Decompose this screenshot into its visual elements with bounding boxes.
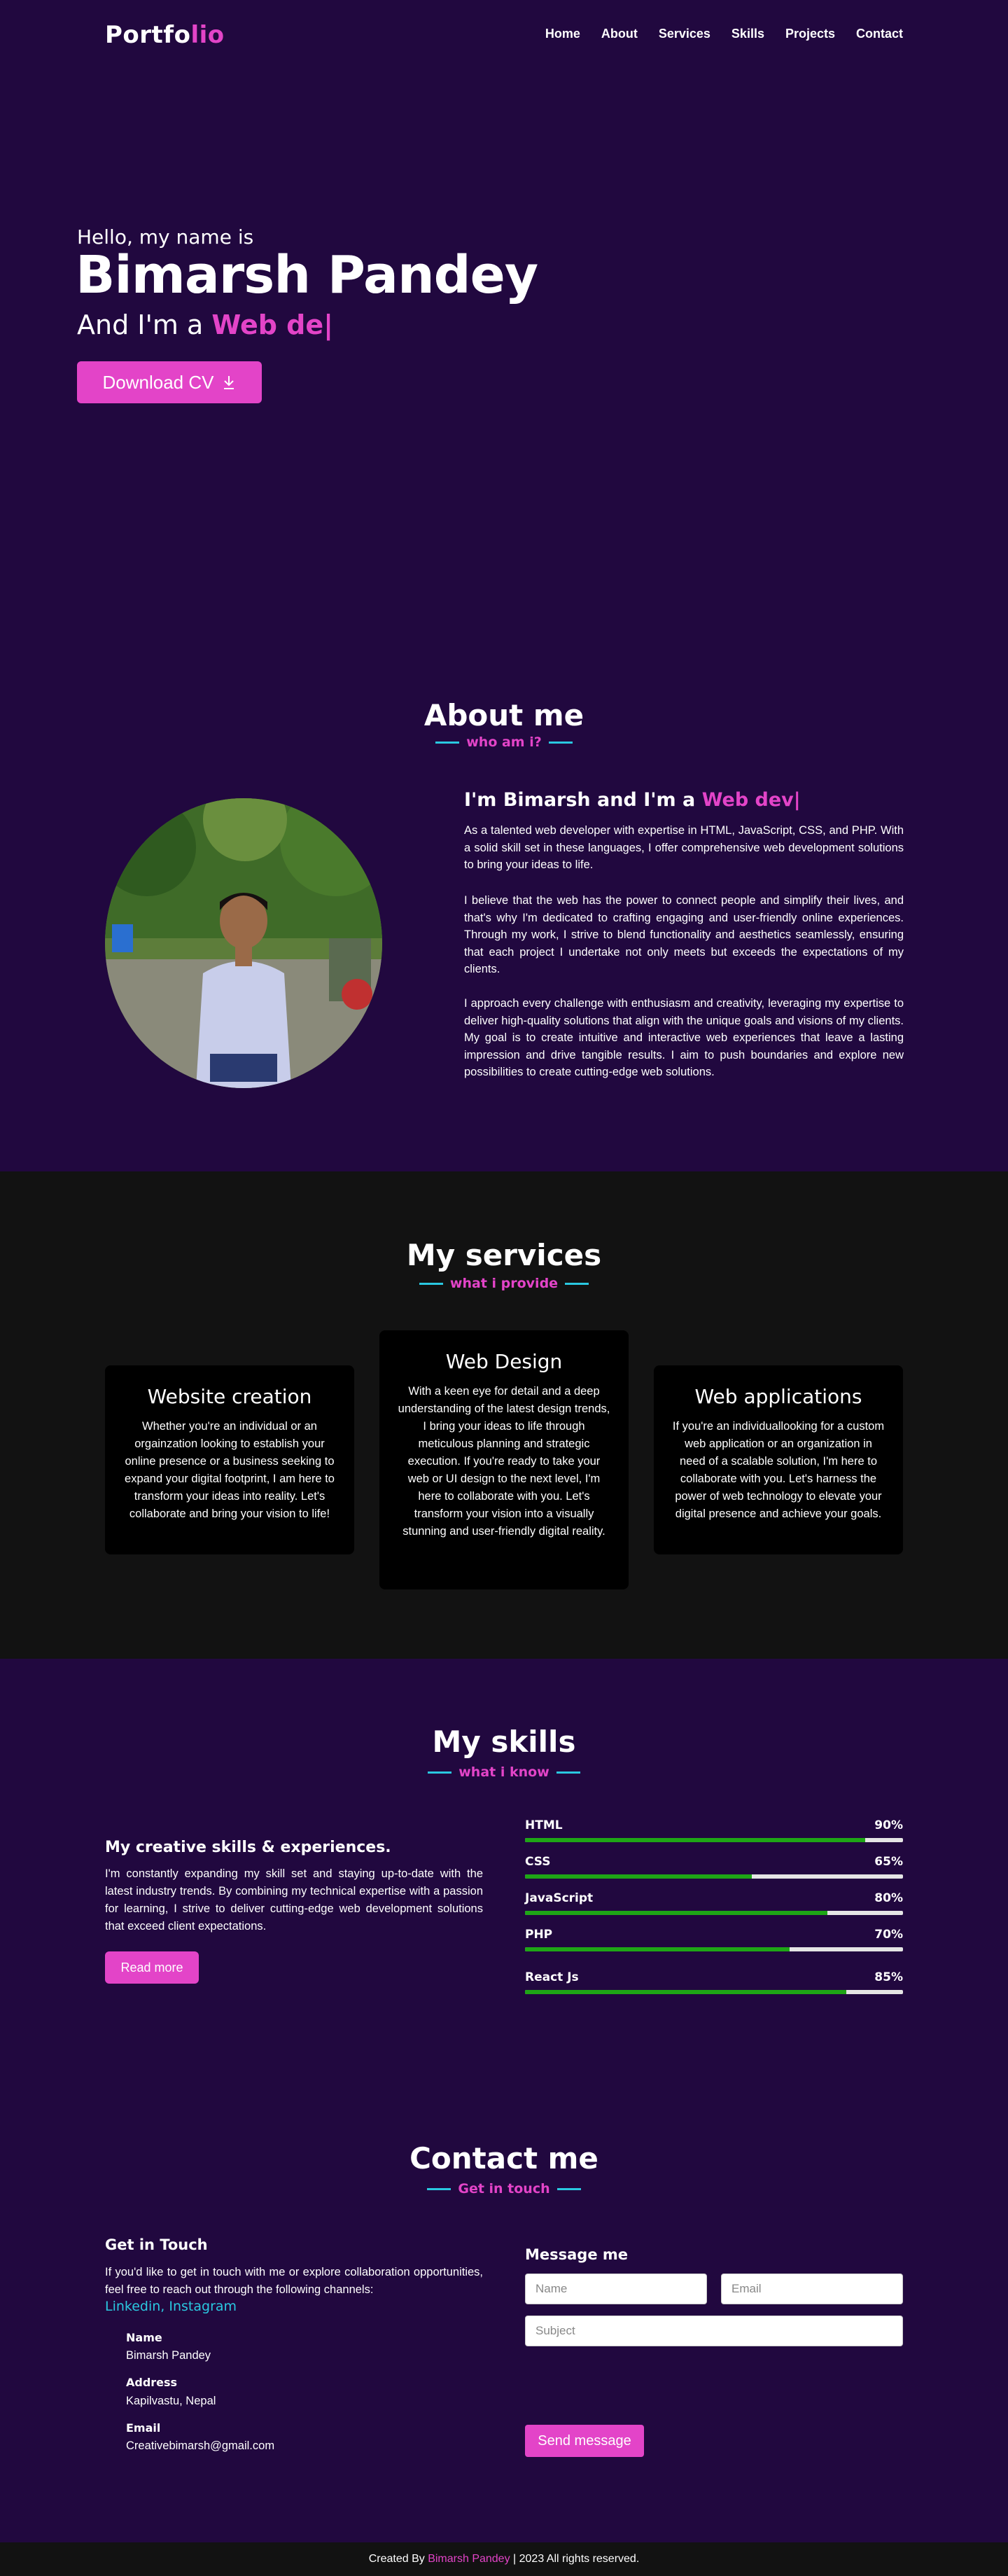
- skill-name: React Js: [525, 1970, 579, 1984]
- skills-subtitle: what i know: [0, 1764, 1008, 1780]
- skill-css: CSS 65%: [525, 1855, 903, 1879]
- subject-input[interactable]: [525, 2316, 903, 2346]
- contact-email-label: Email: [126, 2421, 161, 2435]
- subtitle-line-right: [548, 741, 573, 744]
- service-card-web-applications[interactable]: Web applications If you're an individual…: [654, 1365, 903, 1554]
- hero-role-typed: Web de|: [211, 309, 334, 340]
- nav-link-projects[interactable]: Projects: [785, 27, 835, 41]
- about-heading-prefix: I'm Bimarsh and I'm a: [464, 789, 702, 811]
- subtitle-line-left: [419, 1282, 443, 1285]
- footer: Created By Bimarsh Pandey | 2023 All rig…: [0, 2542, 1008, 2576]
- service-card-text: Whether you're an individual or an orgai…: [125, 1420, 335, 1520]
- subtitle-line-left: [435, 741, 460, 744]
- get-in-touch-heading: Get in Touch: [105, 2236, 208, 2253]
- footer-suffix: | 2023 All rights reserved.: [510, 2553, 640, 2565]
- about-subtitle: who am i?: [0, 734, 1008, 750]
- subtitle-line-right: [556, 1771, 580, 1774]
- skill-progress-fill: [525, 1874, 752, 1879]
- contact-name-label: Name: [126, 2331, 162, 2344]
- download-cv-label: Download CV: [102, 371, 214, 393]
- name-input[interactable]: [525, 2274, 707, 2304]
- about-heading: I'm Bimarsh and I'm a Web dev|: [464, 789, 801, 811]
- social-links[interactable]: Linkedin, Instagram: [105, 2299, 237, 2314]
- skill-progress-bar: [525, 1874, 903, 1879]
- skill-progress-fill: [525, 1911, 827, 1915]
- services-subtitle: what i provide: [0, 1276, 1008, 1291]
- nav-link-skills[interactable]: Skills: [732, 27, 764, 41]
- contact-subtitle: Get in touch: [0, 2181, 1008, 2196]
- skills-subtitle-text: what i know: [458, 1764, 550, 1780]
- main-nav: Home About Services Skills Projects Cont…: [545, 27, 903, 41]
- contact-email-value: Creativebimarsh@gmail.com: [126, 2439, 275, 2452]
- service-card-website-creation[interactable]: Website creation Whether you're an indiv…: [105, 1365, 354, 1554]
- service-card-web-design[interactable]: Web Design With a keen eye for detail an…: [379, 1330, 629, 1589]
- nav-link-contact[interactable]: Contact: [856, 27, 903, 41]
- skill-progress-bar: [525, 1990, 903, 1994]
- skills-text: I'm constantly expanding my skill set an…: [105, 1867, 483, 1933]
- contact-subtitle-text: Get in touch: [458, 2181, 550, 2196]
- email-input[interactable]: [721, 2274, 903, 2304]
- site-logo[interactable]: Portfolio: [105, 21, 225, 49]
- contact-text: If you'd like to get in touch with me or…: [105, 2266, 483, 2296]
- hero-role-prefix: And I'm a: [77, 309, 212, 340]
- skill-progress-fill: [525, 1947, 790, 1951]
- service-card-title: Web Design: [445, 1350, 563, 1373]
- skill-percent: 70%: [874, 1928, 903, 1942]
- skill-javascript: JavaScript 80%: [525, 1891, 903, 1915]
- nav-link-services[interactable]: Services: [659, 27, 710, 41]
- contact-title: Contact me: [410, 2141, 598, 2175]
- about-paragraph-3: I approach every challenge with enthusia…: [464, 997, 904, 1078]
- service-card-text: With a keen eye for detail and a deep un…: [398, 1385, 610, 1538]
- skill-name: PHP: [525, 1928, 553, 1942]
- message-me-heading: Message me: [525, 2246, 629, 2263]
- service-card-text: If you're an individuallooking for a cus…: [672, 1420, 885, 1520]
- hero-name: Bimarsh Pandey: [76, 245, 538, 305]
- contact-name-value: Bimarsh Pandey: [126, 2349, 211, 2362]
- contact-address-label: Address: [126, 2376, 178, 2389]
- skill-percent: 90%: [874, 1818, 903, 1832]
- download-icon: [224, 376, 234, 389]
- skill-react: React Js 85%: [525, 1970, 903, 1994]
- service-card-title: Website creation: [147, 1385, 312, 1408]
- logo-accent: lio: [190, 21, 225, 49]
- skill-progress-fill: [525, 1990, 846, 1994]
- hero-role: And I'm a Web de|: [77, 309, 333, 340]
- service-card-title: Web applications: [694, 1385, 862, 1408]
- skill-progress-bar: [525, 1947, 903, 1951]
- read-more-button[interactable]: Read more: [105, 1951, 199, 1984]
- skill-php: PHP 70%: [525, 1928, 903, 1951]
- services-subtitle-text: what i provide: [449, 1276, 559, 1291]
- about-title: About me: [424, 698, 584, 732]
- skill-progress-bar: [525, 1911, 903, 1915]
- nav-link-about[interactable]: About: [601, 27, 638, 41]
- about-paragraph-1: As a talented web developer with experti…: [464, 824, 904, 871]
- subtitle-line-right: [565, 1282, 589, 1285]
- footer-author-link[interactable]: Bimarsh Pandey: [428, 2553, 510, 2565]
- nav-link-home[interactable]: Home: [545, 27, 580, 41]
- skill-name: CSS: [525, 1855, 551, 1869]
- subtitle-line-left: [427, 2187, 451, 2190]
- services-title: My services: [406, 1238, 602, 1272]
- about-subtitle-text: who am i?: [466, 734, 542, 750]
- skill-name: JavaScript: [525, 1891, 594, 1905]
- skill-name: HTML: [525, 1818, 563, 1832]
- download-cv-button[interactable]: Download CV: [77, 361, 262, 403]
- footer-prefix: Created By: [368, 2553, 428, 2565]
- skill-percent: 85%: [874, 1970, 903, 1984]
- about-paragraph-2: I believe that the web has the power to …: [464, 894, 904, 975]
- profile-photo: [105, 798, 382, 1088]
- skill-html: HTML 90%: [525, 1818, 903, 1842]
- skill-progress-bar: [525, 1838, 903, 1842]
- logo-main: Portfo: [105, 21, 191, 49]
- subtitle-line-left: [428, 1771, 452, 1774]
- send-message-button[interactable]: Send message: [525, 2425, 644, 2457]
- about-heading-typed: Web dev|: [701, 789, 801, 811]
- contact-address-value: Kapilvastu, Nepal: [126, 2395, 216, 2407]
- skill-progress-fill: [525, 1838, 865, 1842]
- subtitle-line-right: [556, 2187, 581, 2190]
- skill-percent: 65%: [874, 1855, 903, 1869]
- skills-title: My skills: [432, 1725, 576, 1759]
- skills-heading: My creative skills & experiences.: [105, 1839, 391, 1856]
- skill-percent: 80%: [874, 1891, 903, 1905]
